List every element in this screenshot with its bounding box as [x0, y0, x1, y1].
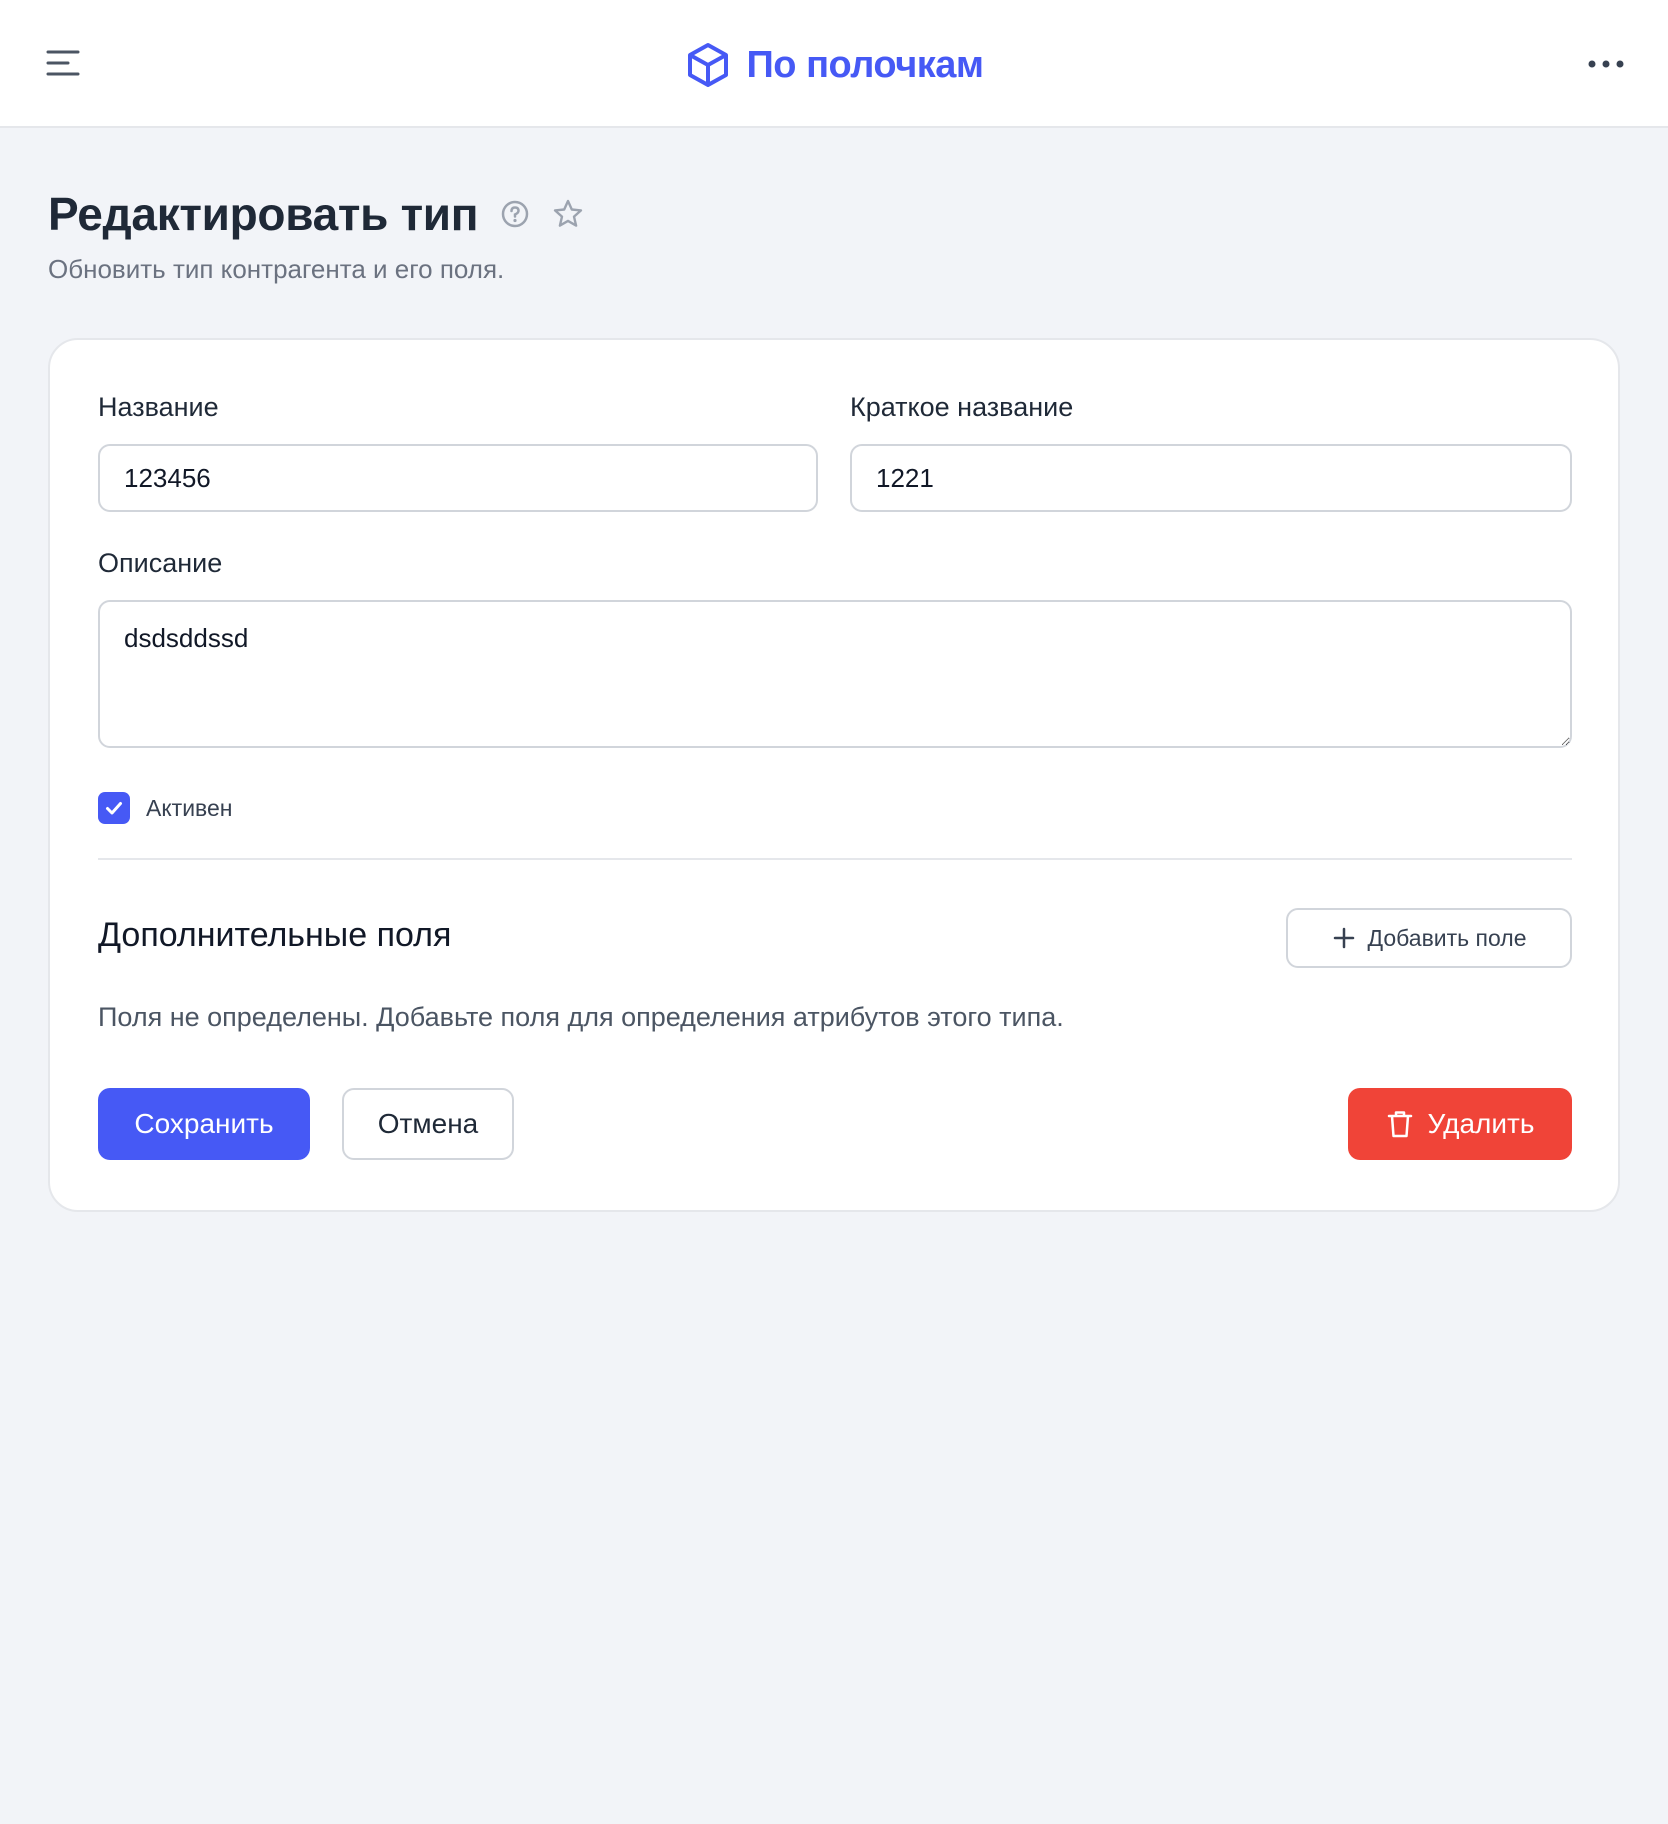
more-options-button[interactable]: [1586, 55, 1626, 73]
page-title: Редактировать тип: [48, 188, 479, 240]
brand-name: По полочкам: [746, 43, 984, 86]
name-label: Название: [98, 392, 219, 422]
cancel-button[interactable]: Отмена: [342, 1088, 514, 1160]
cube-icon: [688, 43, 729, 87]
active-checkbox[interactable]: [98, 792, 130, 824]
page-heading: Редактировать тип: [48, 184, 584, 244]
plus-icon: [1333, 927, 1354, 949]
active-checkbox-label: Активен: [146, 794, 233, 821]
help-button[interactable]: [500, 199, 530, 229]
cancel-button-label: Отмена: [377, 1108, 479, 1139]
description-textarea[interactable]: dsdsddssd: [98, 600, 1572, 748]
checkmark-icon: [106, 802, 122, 815]
more-horizontal-icon: [1588, 60, 1624, 68]
save-button-label: Сохранить: [134, 1108, 274, 1139]
short-name-input[interactable]: [850, 444, 1572, 512]
page-subtitle: Обновить тип контрагента и его поля.: [48, 254, 505, 284]
add-field-button[interactable]: Добавить поле: [1286, 908, 1572, 968]
help-circle-icon: [502, 200, 529, 228]
active-checkbox-row[interactable]: Активен: [98, 792, 233, 824]
description-label: Описание: [98, 548, 223, 578]
star-icon: [554, 199, 583, 227]
top-bar: По полочкам: [0, 0, 1668, 128]
save-button[interactable]: Сохранить: [98, 1088, 310, 1160]
name-input[interactable]: [98, 444, 818, 512]
delete-button-label: Удалить: [1427, 1108, 1535, 1139]
delete-button[interactable]: Удалить: [1348, 1088, 1572, 1160]
empty-fields-message: Поля не определены. Добавьте поля для оп…: [98, 1002, 1064, 1032]
trash-icon: [1387, 1111, 1412, 1138]
extra-fields-title: Дополнительные поля: [98, 916, 452, 954]
add-field-button-label: Добавить поле: [1367, 924, 1527, 951]
brand-logo[interactable]: По полочкам: [0, 40, 1668, 90]
short-name-label: Краткое название: [850, 392, 1074, 422]
section-divider: [98, 858, 1572, 860]
favorite-button[interactable]: [552, 198, 584, 230]
edit-type-form: Название Краткое название Описание dsdsd…: [48, 338, 1620, 1212]
